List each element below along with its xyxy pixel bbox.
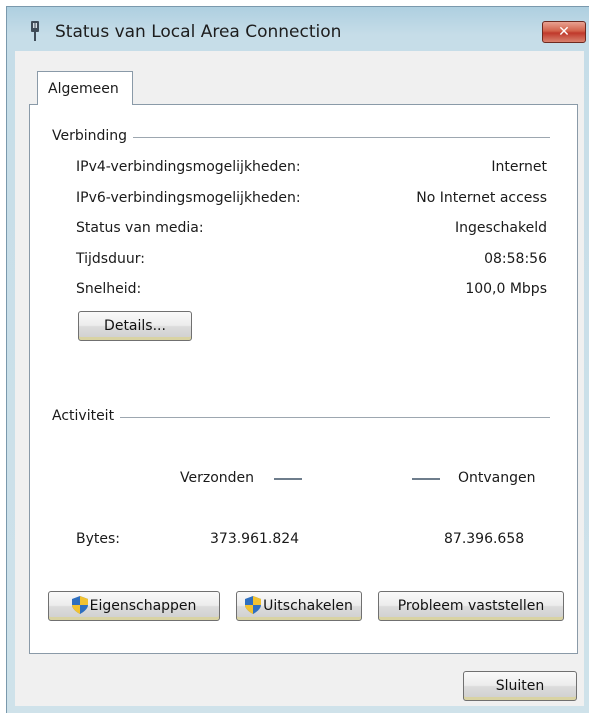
properties-button-label: Eigenschappen <box>89 598 197 614</box>
details-button[interactable]: Details... <box>78 311 192 341</box>
disable-button-label: Uitschakelen <box>263 598 353 614</box>
disable-button[interactable]: Uitschakelen <box>236 591 362 621</box>
sent-label: Verzonden <box>180 470 255 486</box>
tab-label: Algemeen <box>48 81 119 97</box>
title-bar[interactable]: Status van Local Area Connection ✕ <box>7 7 589 51</box>
media-status-value: Ingeschakeld <box>455 220 547 236</box>
close-icon: ✕ <box>558 24 570 40</box>
activity-group-label: Activiteit <box>52 408 121 424</box>
media-status-label: Status van media: <box>76 220 204 236</box>
network-connector-icon <box>31 21 39 41</box>
ipv6-value: No Internet access <box>416 190 547 206</box>
tab-algemeen[interactable]: Algemeen <box>37 71 133 105</box>
bytes-received-value: 87.396.658 <box>444 531 525 547</box>
received-label: Ontvangen <box>458 470 536 486</box>
tab-panel-general: Verbinding IPv4-verbindingsmogelijkheden… <box>29 104 578 654</box>
dialog-client-area: Algemeen Verbinding IPv4-verbindingsmoge… <box>15 51 584 706</box>
diagnose-button[interactable]: Probleem vaststellen <box>378 591 564 621</box>
bytes-label: Bytes: <box>76 531 121 547</box>
diagnose-button-label: Probleem vaststellen <box>397 598 545 614</box>
uac-shield-icon <box>245 596 262 614</box>
bytes-sent-value: 373.961.824 <box>210 531 300 547</box>
properties-button[interactable]: Eigenschappen <box>48 591 220 621</box>
sent-line <box>274 478 302 480</box>
dialog-window: Status van Local Area Connection ✕ Algem… <box>6 6 589 713</box>
ipv6-label: IPv6-verbindingsmogelijkheden: <box>76 190 301 206</box>
speed-value: 100,0 Mbps <box>465 281 547 297</box>
details-button-label: Details... <box>104 318 166 334</box>
close-button-label: Sluiten <box>495 678 545 694</box>
activity-group-divider <box>52 417 550 418</box>
speed-label: Snelheid: <box>76 281 142 297</box>
close-button[interactable]: Sluiten <box>463 671 577 701</box>
connection-group-label: Verbinding <box>52 128 134 144</box>
ipv4-label: IPv4-verbindingsmogelijkheden: <box>76 159 301 175</box>
received-line <box>412 478 440 480</box>
ipv4-value: Internet <box>491 159 547 175</box>
duration-value: 08:58:56 <box>484 251 547 267</box>
uac-shield-icon <box>71 596 88 614</box>
duration-label: Tijdsduur: <box>76 251 145 267</box>
window-title: Status van Local Area Connection <box>55 22 342 42</box>
close-window-button[interactable]: ✕ <box>542 21 586 43</box>
